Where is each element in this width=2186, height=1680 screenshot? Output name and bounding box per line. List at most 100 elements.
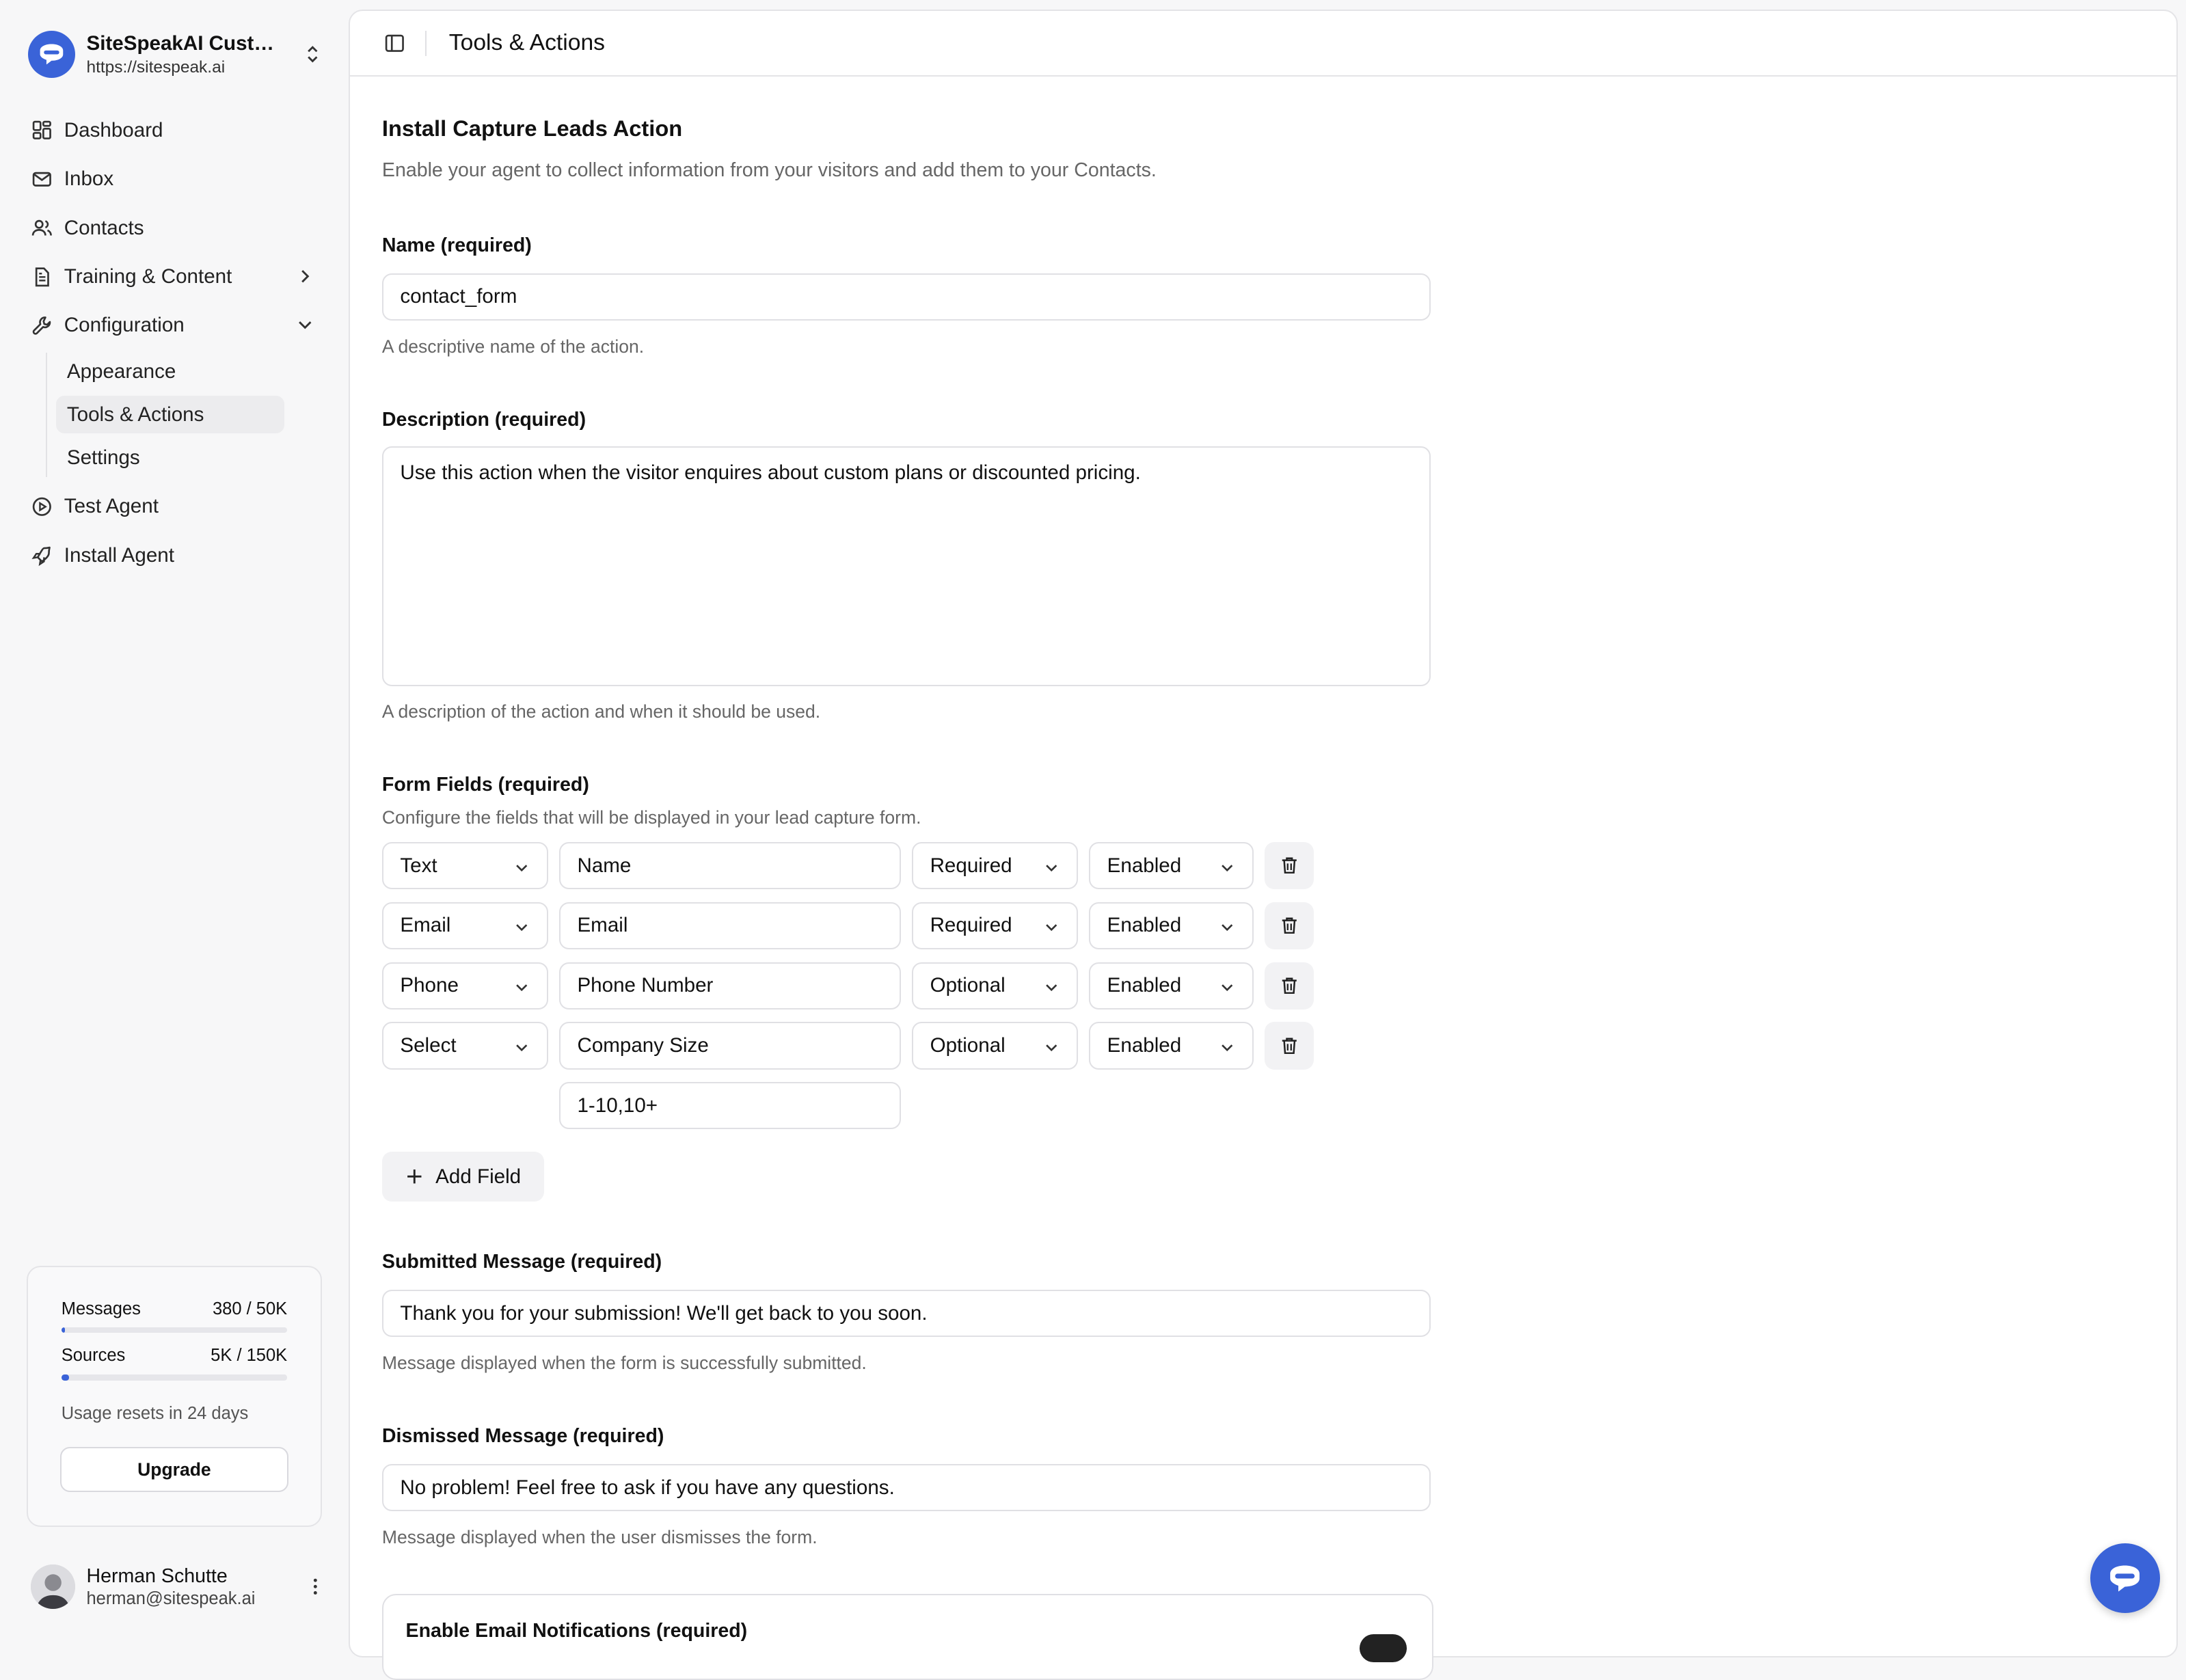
sidebar-item-contacts[interactable]: Contacts (20, 204, 327, 252)
sidebar-item-configuration[interactable]: Configuration (20, 301, 327, 350)
sidebar-toggle-icon[interactable] (383, 32, 406, 55)
configuration-submenu: Appearance Tools & Actions Settings (46, 353, 326, 477)
user-menu[interactable]: Herman Schutte herman@sitespeak.ai (30, 1559, 327, 1615)
chevron-down-icon (299, 321, 312, 329)
topbar: Tools & Actions (350, 11, 2177, 77)
trash-icon (1282, 917, 1297, 934)
sidebar-item-install-agent[interactable]: Install Agent (20, 531, 327, 580)
delete-field-button[interactable] (1265, 1022, 1314, 1070)
form-field-row: Select Company Size Optional Enabled (381, 1022, 1330, 1072)
field-required-value: Required (930, 914, 1012, 937)
dismissed-message-input[interactable]: No problem! Feel free to ask if you have… (381, 1463, 1431, 1512)
field-status-value: Enabled (1107, 1033, 1182, 1057)
sources-progress-fill (61, 1374, 69, 1381)
sources-value: 5K / 150K (211, 1345, 288, 1365)
sidebar-item-label: Test Agent (64, 495, 159, 518)
sidebar-item-tools-actions[interactable]: Tools & Actions (55, 396, 285, 434)
workspace-switcher[interactable]: SiteSpeakAI Custo... https://sitespeak.a… (27, 28, 323, 81)
field-required-select[interactable]: Required (912, 902, 1078, 950)
chevron-down-icon (1046, 984, 1057, 992)
form-field-row: Text Name Required Enabled (381, 842, 1330, 892)
trash-icon (1282, 858, 1297, 874)
description-textarea[interactable]: Use this action when the visitor enquire… (381, 446, 1431, 686)
field-status-select[interactable]: Enabled (1089, 1022, 1254, 1070)
email-notifications-toggle[interactable] (1359, 1634, 1407, 1662)
field-required-value: Optional (930, 974, 1006, 997)
dismissed-message-label: Dismissed Message (required) (381, 1424, 664, 1447)
submitted-message-input[interactable]: Thank you for your submission! We'll get… (381, 1289, 1431, 1338)
field-required-select[interactable]: Required (912, 842, 1078, 890)
sidebar-item-label: Install Agent (64, 543, 174, 567)
submitted-message-label: Submitted Message (required) (381, 1250, 662, 1273)
chevron-down-icon (515, 924, 528, 932)
sidebar: SiteSpeakAI Custo... https://sitespeak.a… (0, 0, 347, 1637)
form-fields-hint: Configure the fields that will be displa… (381, 807, 921, 828)
field-type-select[interactable]: Select (381, 1022, 548, 1070)
field-type-value: Phone (400, 974, 459, 997)
sidebar-item-settings[interactable]: Settings (56, 439, 285, 477)
field-status-value: Enabled (1107, 974, 1182, 997)
chevron-down-icon (1222, 1044, 1233, 1051)
field-label-input[interactable]: Phone Number (558, 962, 901, 1010)
delete-field-button[interactable] (1265, 902, 1314, 950)
sidebar-item-dashboard[interactable]: Dashboard (20, 106, 327, 154)
sidebar-item-label: Training & Content (64, 265, 232, 288)
chevron-down-icon (1222, 984, 1233, 992)
field-status-select[interactable]: Enabled (1089, 902, 1254, 950)
dashboard-icon (32, 121, 51, 140)
users-icon (31, 219, 52, 236)
chevron-down-icon (1046, 864, 1057, 871)
field-type-select[interactable]: Text (381, 842, 548, 890)
form-field-row: Email Email Required Enabled (381, 902, 1330, 952)
more-vertical-icon[interactable] (304, 1575, 327, 1598)
messages-usage: Messages 380 / 50K (62, 1299, 287, 1319)
field-type-value: Email (400, 914, 451, 937)
field-label-input[interactable]: Name (558, 842, 901, 890)
user-email: herman@sitespeak.ai (86, 1588, 256, 1608)
sidebar-item-appearance[interactable]: Appearance (56, 353, 285, 390)
sidebar-item-inbox[interactable]: Inbox (20, 154, 327, 203)
field-type-value: Select (400, 1033, 457, 1057)
field-required-select[interactable]: Optional (912, 1022, 1078, 1070)
sidebar-item-test-agent[interactable]: Test Agent (20, 483, 327, 531)
chevron-down-icon (1046, 924, 1057, 932)
chat-widget-button[interactable] (2090, 1543, 2160, 1614)
field-label-input[interactable]: Company Size (558, 1022, 901, 1070)
field-type-select[interactable]: Email (381, 902, 548, 950)
field-label-input[interactable]: Email (558, 902, 901, 950)
chevron-down-icon (1046, 1044, 1057, 1051)
field-required-select[interactable]: Optional (912, 962, 1078, 1010)
messages-value: 380 / 50K (213, 1299, 288, 1319)
avatar (30, 1564, 76, 1610)
chevron-right-icon (301, 269, 310, 283)
sidebar-item-label: Configuration (64, 314, 185, 337)
dismissed-message-hint: Message displayed when the user dismisse… (381, 1526, 818, 1547)
sidebar-item-training[interactable]: Training & Content (20, 252, 327, 301)
field-required-value: Optional (930, 1033, 1006, 1057)
upgrade-button[interactable]: Upgrade (59, 1447, 289, 1492)
name-label: Name (required) (381, 234, 532, 256)
chevron-down-icon (1222, 924, 1233, 932)
rocket-icon (31, 546, 51, 566)
field-status-select[interactable]: Enabled (1089, 962, 1254, 1010)
select-options-input[interactable]: 1-10,10+ (558, 1081, 901, 1130)
user-name: Herman Schutte (86, 1564, 228, 1587)
name-field[interactable]: contact_form (381, 273, 1431, 321)
form-title: Install Capture Leads Action (381, 116, 683, 141)
messages-progress-bar (61, 1327, 288, 1333)
field-type-select[interactable]: Phone (381, 962, 548, 1010)
page-title: Tools & Actions (448, 30, 606, 56)
delete-field-button[interactable] (1265, 842, 1314, 890)
field-required-value: Required (930, 854, 1012, 877)
chevron-down-icon (515, 864, 528, 871)
sidebar-item-label: Contacts (64, 216, 144, 239)
chevron-down-icon (515, 984, 528, 992)
description-label: Description (required) (381, 408, 586, 431)
sitespeak-logo-icon (27, 30, 76, 79)
sidebar-item-label: Inbox (64, 167, 114, 191)
add-field-button[interactable]: Add Field (381, 1151, 544, 1202)
trash-icon (1282, 1038, 1297, 1054)
sidebar-nav: Dashboard Inbox Contacts Training & Cont… (20, 106, 327, 580)
delete-field-button[interactable] (1265, 962, 1314, 1010)
field-status-select[interactable]: Enabled (1089, 842, 1254, 890)
